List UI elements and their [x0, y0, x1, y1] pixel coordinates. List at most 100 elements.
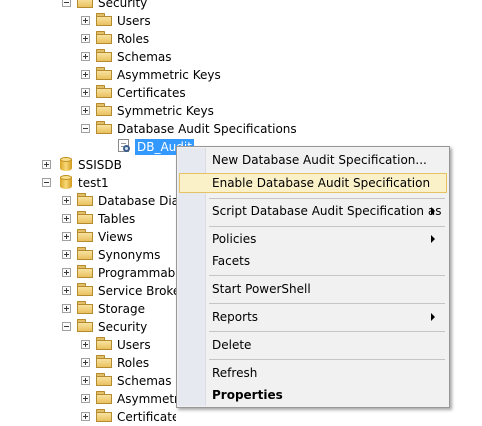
tree-node-database-diagrams[interactable]: Database Diagr [62, 192, 176, 210]
tree-node-database-audit-specifications[interactable]: Database Audit Specifications [81, 120, 297, 138]
tree-node-label: Users [117, 14, 151, 28]
folder-icon [96, 337, 112, 350]
folder-icon [77, 211, 93, 224]
expand-toggle-icon[interactable] [81, 394, 90, 403]
menu-item-refresh[interactable]: Refresh [179, 363, 447, 383]
expand-toggle-icon[interactable] [81, 340, 90, 349]
menu-item-new-database-audit-specification[interactable]: New Database Audit Specification... [179, 150, 447, 170]
audit-specification-icon [116, 138, 132, 154]
expand-toggle-icon[interactable] [81, 358, 90, 367]
tree-node-security[interactable]: Security [62, 0, 147, 12]
tree-node-roles[interactable]: Roles [81, 30, 161, 48]
folder-icon [77, 229, 93, 242]
tree-node-label: Roles [117, 356, 150, 370]
tree-node-roles[interactable]: Roles [81, 354, 171, 372]
menu-separator [209, 359, 445, 360]
tree-node-programmability[interactable]: Programmabili [62, 264, 176, 282]
menu-item-label: Start PowerShell [212, 282, 311, 296]
folder-icon [77, 319, 93, 332]
expand-toggle-icon[interactable] [62, 214, 71, 223]
submenu-arrow-icon [431, 313, 435, 321]
context-menu: New Database Audit Specification... Enab… [176, 146, 450, 408]
database-icon [60, 157, 72, 171]
expand-toggle-icon[interactable] [81, 70, 90, 79]
folder-icon [96, 373, 112, 386]
tree-node-label: Asymmetric Keys [117, 68, 221, 82]
tree-node-test1[interactable]: test1 [42, 174, 122, 192]
tree-node-users[interactable]: Users [81, 12, 161, 30]
tree-node-users[interactable]: Users [81, 336, 171, 354]
tree-node-label: Certificates [117, 86, 186, 100]
tree-node-asymmetric-keys[interactable]: Asymmetric Keys [81, 66, 221, 84]
menu-item-label: New Database Audit Specification... [212, 153, 427, 167]
tree-node-label: Tables [98, 212, 136, 226]
folder-icon [96, 31, 112, 44]
tree-node-symmetric-keys[interactable]: Symmetric Keys [81, 102, 214, 120]
expand-toggle-icon[interactable] [81, 376, 90, 385]
tree-node-label: Users [117, 338, 151, 352]
expand-toggle-icon[interactable] [81, 88, 90, 97]
tree-node-label: Programmabili [98, 266, 176, 280]
collapse-toggle-icon[interactable] [42, 178, 51, 187]
menu-item-script-database-audit-specification-as[interactable]: Script Database Audit Specification as [179, 201, 447, 221]
folder-icon [96, 121, 112, 134]
tree-node-certificates[interactable]: Certificates [81, 84, 191, 102]
tree-node-views[interactable]: Views [62, 228, 162, 246]
tree-node-ssisdb[interactable]: SSISDB [42, 156, 122, 174]
menu-item-reports[interactable]: Reports [179, 307, 447, 327]
collapse-toggle-icon[interactable] [62, 322, 71, 331]
folder-icon [96, 67, 112, 80]
menu-item-label: Script Database Audit Specification as [212, 204, 442, 218]
menu-item-start-powershell[interactable]: Start PowerShell [179, 279, 447, 299]
expand-toggle-icon[interactable] [81, 52, 90, 61]
expand-toggle-icon[interactable] [62, 286, 71, 295]
collapse-toggle-icon[interactable] [62, 0, 71, 7]
tree-node-schemas[interactable]: Schemas [81, 48, 172, 66]
tree-node-label: Storage [98, 302, 145, 316]
menu-item-policies[interactable]: Policies [179, 229, 447, 249]
expand-toggle-icon[interactable] [81, 412, 90, 421]
tree-node-label: Database Diagr [98, 194, 176, 208]
menu-item-enable-database-audit-specification[interactable]: Enable Database Audit Specification [179, 173, 447, 193]
tree-node-label: Asymmetri [117, 392, 176, 406]
tree-node-service-broker[interactable]: Service Broker [62, 282, 176, 300]
tree-node-storage[interactable]: Storage [62, 300, 162, 318]
menu-item-label: Policies [212, 232, 257, 246]
folder-icon [77, 0, 93, 8]
tree-node-synonyms[interactable]: Synonyms [62, 246, 172, 264]
folder-icon [77, 193, 93, 206]
tree-node-certificates[interactable]: Certificates [81, 408, 176, 426]
menu-separator [209, 331, 445, 332]
expand-toggle-icon[interactable] [81, 34, 90, 43]
folder-icon [96, 103, 112, 116]
expand-toggle-icon[interactable] [81, 106, 90, 115]
expand-toggle-icon[interactable] [62, 268, 71, 277]
expand-toggle-icon[interactable] [62, 232, 71, 241]
menu-separator [209, 303, 445, 304]
expand-toggle-icon[interactable] [62, 250, 71, 259]
folder-icon [96, 355, 112, 368]
menu-item-facets[interactable]: Facets [179, 251, 447, 271]
menu-item-properties[interactable]: Properties [179, 385, 447, 405]
expand-toggle-icon[interactable] [62, 304, 71, 313]
folder-icon [96, 409, 112, 422]
tree-node-schemas[interactable]: Schemas [81, 372, 176, 390]
database-icon [60, 175, 72, 189]
menu-item-label: Reports [212, 310, 259, 324]
tree-node-label: Schemas [117, 50, 172, 64]
submenu-arrow-icon [431, 207, 435, 215]
tree-node-asymmetric-keys[interactable]: Asymmetri [81, 390, 176, 408]
folder-icon [96, 391, 112, 404]
tree-node-label: Views [98, 230, 133, 244]
tree-node-label: Schemas [117, 374, 172, 388]
folder-icon [96, 85, 112, 98]
tree-node-security[interactable]: Security [62, 318, 162, 336]
expand-toggle-icon[interactable] [62, 196, 71, 205]
collapse-toggle-icon[interactable] [81, 124, 90, 133]
tree-node-tables[interactable]: Tables [62, 210, 162, 228]
tree-node-label: SSISDB [78, 158, 122, 172]
expand-toggle-icon[interactable] [81, 16, 90, 25]
folder-icon [77, 265, 93, 278]
menu-item-delete[interactable]: Delete [179, 335, 447, 355]
expand-toggle-icon[interactable] [42, 160, 51, 169]
